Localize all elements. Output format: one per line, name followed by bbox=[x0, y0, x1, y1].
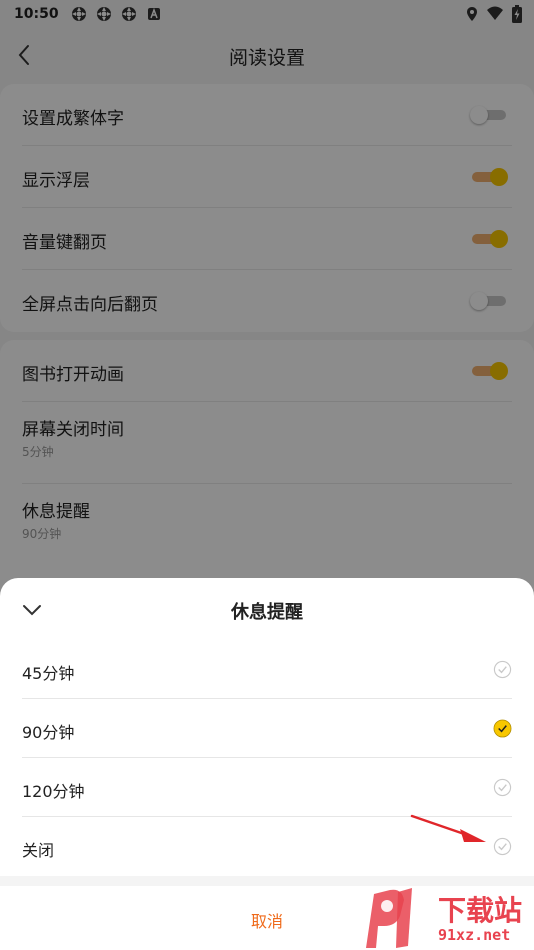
sheet-divider bbox=[0, 876, 534, 886]
svg-text:下载站: 下载站 bbox=[438, 894, 522, 927]
check-circle-icon bbox=[493, 660, 512, 679]
check-circle-icon bbox=[493, 837, 512, 856]
option-label: 关闭 bbox=[22, 841, 55, 860]
sheet-title: 休息提醒 bbox=[231, 602, 303, 623]
option-label: 120分钟 bbox=[22, 782, 85, 801]
option-label: 45分钟 bbox=[22, 664, 75, 683]
sheet-header: 休息提醒 bbox=[0, 578, 534, 640]
option-120-min[interactable]: 120分钟 bbox=[22, 758, 512, 817]
watermark-site-url: 91xz.net bbox=[438, 926, 511, 944]
annotation-arrow-icon bbox=[410, 814, 486, 842]
option-45-min[interactable]: 45分钟 bbox=[22, 640, 512, 699]
option-label: 90分钟 bbox=[22, 723, 75, 742]
check-circle-selected-icon bbox=[493, 719, 512, 738]
check-circle-icon bbox=[493, 778, 512, 797]
option-90-min[interactable]: 90分钟 bbox=[22, 699, 512, 758]
